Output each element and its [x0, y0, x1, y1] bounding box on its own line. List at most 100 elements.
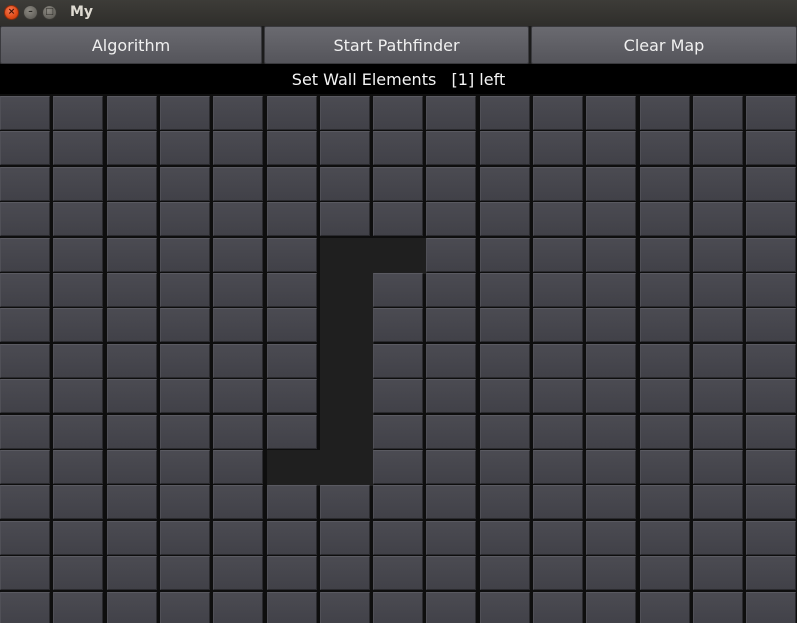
grid-cell[interactable] — [213, 308, 263, 342]
grid-cell[interactable] — [640, 238, 690, 272]
grid-cell[interactable] — [107, 167, 157, 201]
grid-cell[interactable] — [107, 379, 157, 413]
grid-cell[interactable] — [213, 592, 263, 623]
grid-cell[interactable] — [640, 485, 690, 519]
wall-cell[interactable] — [320, 273, 374, 309]
grid-cell[interactable] — [107, 415, 157, 449]
wall-cell[interactable] — [320, 238, 374, 274]
grid-cell[interactable] — [746, 96, 796, 130]
grid-cell[interactable] — [0, 131, 50, 165]
grid-cell[interactable] — [107, 202, 157, 236]
grid-cell[interactable] — [746, 202, 796, 236]
grid-cell[interactable] — [107, 344, 157, 378]
grid-cell[interactable] — [746, 308, 796, 342]
grid-cell[interactable] — [213, 379, 263, 413]
grid-cell[interactable] — [107, 273, 157, 307]
grid-cell[interactable] — [160, 485, 210, 519]
grid-cell[interactable] — [693, 450, 743, 484]
grid-cell[interactable] — [373, 344, 423, 378]
grid-cell[interactable] — [746, 521, 796, 555]
grid-cell[interactable] — [693, 592, 743, 623]
grid-cell[interactable] — [533, 238, 583, 272]
grid-cell[interactable] — [160, 450, 210, 484]
grid-cell[interactable] — [746, 556, 796, 590]
grid-cell[interactable] — [213, 273, 263, 307]
grid-cell[interactable] — [373, 96, 423, 130]
grid-cell[interactable] — [693, 238, 743, 272]
grid-cell[interactable] — [267, 415, 317, 449]
grid-cell[interactable] — [320, 131, 370, 165]
grid-cell[interactable] — [746, 167, 796, 201]
grid-cell[interactable] — [160, 308, 210, 342]
grid-cell[interactable] — [533, 308, 583, 342]
grid-cell[interactable] — [586, 273, 636, 307]
grid-cell[interactable] — [586, 167, 636, 201]
grid-cell[interactable] — [693, 167, 743, 201]
grid-cell[interactable] — [107, 308, 157, 342]
grid-cell[interactable] — [533, 521, 583, 555]
title-bar[interactable]: × – □ My — [0, 0, 797, 26]
grid-cell[interactable] — [533, 485, 583, 519]
grid-cell[interactable] — [640, 202, 690, 236]
grid-cell[interactable] — [53, 521, 103, 555]
grid-cell[interactable] — [480, 450, 530, 484]
grid-cell[interactable] — [53, 485, 103, 519]
grid-cell[interactable] — [693, 308, 743, 342]
wall-cell[interactable] — [320, 379, 374, 415]
grid-cell[interactable] — [53, 379, 103, 413]
grid-cell[interactable] — [53, 450, 103, 484]
grid-cell[interactable] — [640, 308, 690, 342]
grid-cell[interactable] — [693, 379, 743, 413]
grid-cell[interactable] — [213, 450, 263, 484]
grid-cell[interactable] — [53, 415, 103, 449]
grid-cell[interactable] — [53, 202, 103, 236]
grid-cell[interactable] — [213, 344, 263, 378]
grid-cell[interactable] — [480, 273, 530, 307]
grid-cell[interactable] — [533, 167, 583, 201]
grid-cell[interactable] — [267, 592, 317, 623]
grid-cell[interactable] — [533, 344, 583, 378]
grid-cell[interactable] — [533, 273, 583, 307]
grid-cell[interactable] — [373, 450, 423, 484]
grid-cell[interactable] — [426, 344, 476, 378]
grid-cell[interactable] — [320, 521, 370, 555]
grid-cell[interactable] — [267, 167, 317, 201]
grid-cell[interactable] — [53, 592, 103, 623]
map-grid[interactable] — [0, 94, 797, 623]
grid-cell[interactable] — [746, 450, 796, 484]
grid-cell[interactable] — [426, 450, 476, 484]
grid-cell[interactable] — [586, 485, 636, 519]
grid-cell[interactable] — [160, 202, 210, 236]
grid-cell[interactable] — [213, 96, 263, 130]
wall-cell[interactable] — [320, 344, 374, 380]
grid-cell[interactable] — [533, 415, 583, 449]
grid-cell[interactable] — [0, 238, 50, 272]
grid-cell[interactable] — [160, 238, 210, 272]
grid-cell[interactable] — [107, 521, 157, 555]
grid-cell[interactable] — [426, 379, 476, 413]
grid-cell[interactable] — [107, 592, 157, 623]
grid-cell[interactable] — [373, 485, 423, 519]
grid-cell[interactable] — [480, 238, 530, 272]
grid-cell[interactable] — [267, 202, 317, 236]
grid-cell[interactable] — [0, 167, 50, 201]
grid-cell[interactable] — [533, 202, 583, 236]
grid-cell[interactable] — [160, 556, 210, 590]
grid-cell[interactable] — [53, 308, 103, 342]
grid-cell[interactable] — [160, 379, 210, 413]
grid-cell[interactable] — [640, 450, 690, 484]
grid-cell[interactable] — [213, 167, 263, 201]
grid-cell[interactable] — [320, 485, 370, 519]
grid-cell[interactable] — [746, 485, 796, 519]
grid-cell[interactable] — [480, 308, 530, 342]
grid-cell[interactable] — [746, 592, 796, 623]
grid-cell[interactable] — [267, 308, 317, 342]
minimize-window-icon[interactable]: – — [23, 5, 38, 20]
grid-cell[interactable] — [160, 96, 210, 130]
grid-cell[interactable] — [586, 521, 636, 555]
grid-cell[interactable] — [640, 273, 690, 307]
grid-cell[interactable] — [0, 344, 50, 378]
grid-cell[interactable] — [586, 379, 636, 413]
grid-cell[interactable] — [640, 131, 690, 165]
grid-cell[interactable] — [586, 344, 636, 378]
